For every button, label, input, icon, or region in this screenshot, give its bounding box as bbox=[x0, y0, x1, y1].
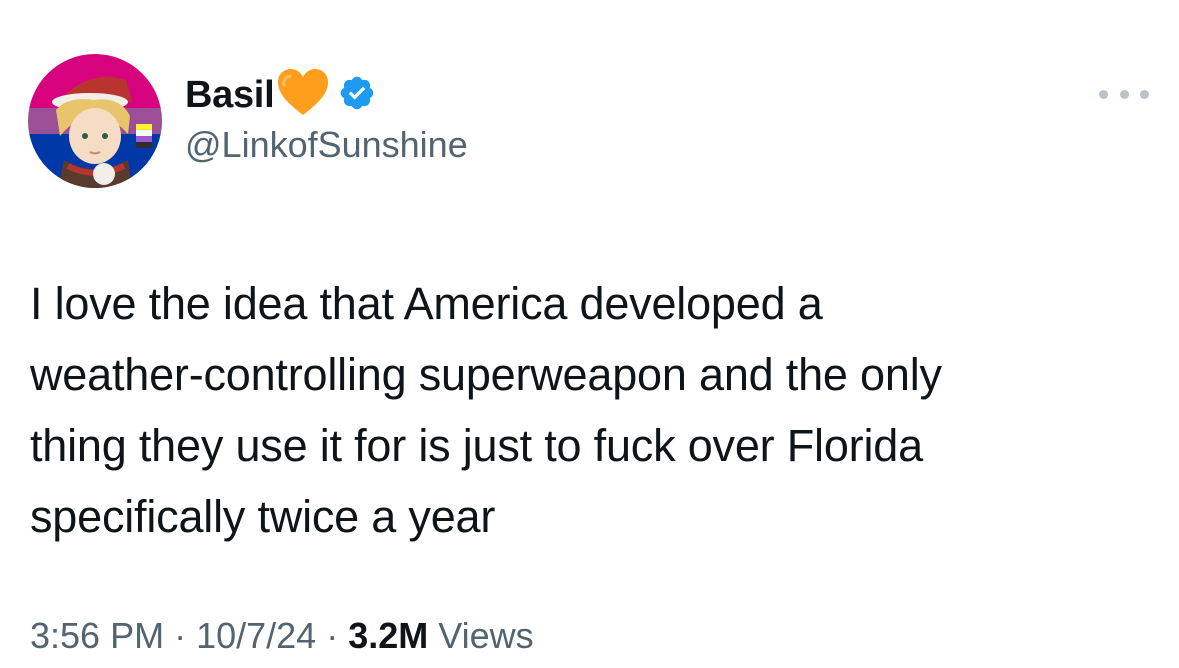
more-options-button[interactable] bbox=[1099, 84, 1149, 104]
tweet-text-line: thing they use it for is just to fuck ov… bbox=[30, 420, 923, 471]
views-count: 3.2M bbox=[348, 615, 429, 656]
orange-heart-icon bbox=[276, 68, 330, 123]
tweet-text-line: I love the idea that America developed a bbox=[30, 278, 823, 329]
tweet-meta: 3:56 PM · 10/7/24 · 3.2M Views bbox=[30, 615, 534, 657]
tweet-time[interactable]: 3:56 PM bbox=[30, 615, 164, 657]
author-name-row[interactable]: Basil bbox=[185, 68, 376, 123]
dot-icon bbox=[1140, 89, 1149, 99]
author-handle[interactable]: @LinkofSunshine bbox=[185, 124, 468, 166]
tweet-date[interactable]: 10/7/24 bbox=[196, 615, 316, 657]
verified-badge-icon bbox=[338, 74, 376, 117]
dot-icon bbox=[1119, 89, 1129, 99]
meta-separator: · bbox=[326, 615, 339, 656]
tweet-text-line: specifically twice a year bbox=[30, 491, 496, 542]
avatar[interactable] bbox=[28, 54, 162, 188]
tweet-text: I love the idea that America developed a… bbox=[30, 268, 1150, 552]
display-name[interactable]: Basil bbox=[185, 74, 275, 117]
meta-separator: · bbox=[174, 615, 187, 656]
dot-icon bbox=[1099, 89, 1108, 99]
tweet-text-line: weather-controlling superweapon and the … bbox=[30, 349, 942, 400]
tweet-card: Basil @LinkofSunshine I love the idea th… bbox=[0, 0, 1179, 668]
views-label: Views bbox=[438, 615, 534, 656]
